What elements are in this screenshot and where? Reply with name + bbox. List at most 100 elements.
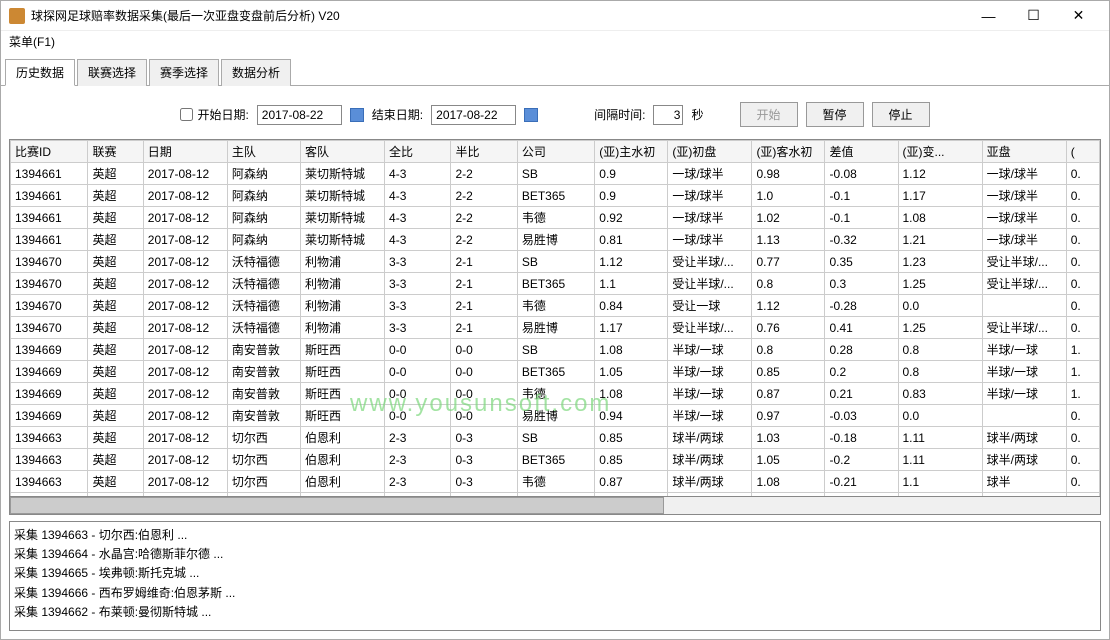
start-date-group: 开始日期: xyxy=(180,106,248,123)
tab-season[interactable]: 赛季选择 xyxy=(149,59,219,86)
table-cell: 1.21 xyxy=(752,493,825,498)
table-cell: 英超 xyxy=(88,405,143,427)
table-cell: 0.8 xyxy=(752,339,825,361)
close-button[interactable]: ✕ xyxy=(1056,2,1101,30)
calendar-icon[interactable] xyxy=(524,108,538,122)
table-row[interactable]: 1394670英超2017-08-12沃特福德利物浦3-32-1易胜博1.17受… xyxy=(11,317,1100,339)
table-cell: 莱切斯特城 xyxy=(300,207,384,229)
start-date-checkbox[interactable] xyxy=(180,108,193,121)
table-cell: 0.35 xyxy=(825,251,898,273)
table-cell: 2-2 xyxy=(451,229,517,251)
column-header[interactable]: 比赛ID xyxy=(11,141,88,163)
tab-league[interactable]: 联赛选择 xyxy=(77,59,147,86)
window-title: 球探网足球赔率数据采集(最后一次亚盘变盘前后分析) V20 xyxy=(31,7,966,24)
log-line: 采集 1394662 - 布莱顿:曼彻斯特城 ... xyxy=(14,603,1096,622)
column-header[interactable]: 亚盘 xyxy=(982,141,1066,163)
table-cell: 0.85 xyxy=(595,449,668,471)
end-date-input[interactable] xyxy=(431,105,516,125)
log-line: 采集 1394664 - 水晶宫:哈德斯菲尔德 ... xyxy=(14,545,1096,564)
table-cell: 0.98 xyxy=(752,163,825,185)
table-row[interactable]: 1394661英超2017-08-12阿森纳莱切斯特城4-32-2SB0.9一球… xyxy=(11,163,1100,185)
table-cell: 2-2 xyxy=(451,163,517,185)
column-header[interactable]: 公司 xyxy=(517,141,594,163)
stop-button[interactable]: 停止 xyxy=(872,102,930,127)
tab-analysis[interactable]: 数据分析 xyxy=(221,59,291,86)
table-cell: 一球/球半 xyxy=(668,207,752,229)
table-cell: 半球/一球 xyxy=(668,383,752,405)
column-header[interactable]: (亚)初盘 xyxy=(668,141,752,163)
interval-unit: 秒 xyxy=(691,106,703,123)
column-header[interactable]: ( xyxy=(1066,141,1099,163)
minimize-button[interactable]: — xyxy=(966,2,1011,30)
table-cell: 英超 xyxy=(88,449,143,471)
table-cell: 半球/一球 xyxy=(668,405,752,427)
table-cell: 1394663 xyxy=(11,493,88,498)
column-header[interactable]: 联赛 xyxy=(88,141,143,163)
table-cell: 0.87 xyxy=(752,383,825,405)
table-cell: 1394670 xyxy=(11,295,88,317)
table-row[interactable]: 1394669英超2017-08-12南安普敦斯旺西0-00-0BET3651.… xyxy=(11,361,1100,383)
column-header[interactable]: 主队 xyxy=(227,141,300,163)
table-row[interactable]: 1394669英超2017-08-12南安普敦斯旺西0-00-0韦德1.08半球… xyxy=(11,383,1100,405)
menubar[interactable]: 菜单(F1) xyxy=(1,31,1109,52)
table-row[interactable]: 1394663英超2017-08-12切尔西伯恩利2-30-3SB0.85球半/… xyxy=(11,427,1100,449)
table-cell: -0.1 xyxy=(825,207,898,229)
column-header[interactable]: 全比 xyxy=(385,141,451,163)
calendar-icon[interactable] xyxy=(350,108,364,122)
start-date-input[interactable] xyxy=(257,105,342,125)
table-row[interactable]: 1394663英超2017-08-12切尔西伯恩利2-30-3韦德0.87球半/… xyxy=(11,471,1100,493)
table-cell: 阿森纳 xyxy=(227,185,300,207)
table-cell: 0.0 xyxy=(898,405,982,427)
column-header[interactable]: 差值 xyxy=(825,141,898,163)
table-row[interactable]: 1394661英超2017-08-12阿森纳莱切斯特城4-32-2韦德0.92一… xyxy=(11,207,1100,229)
table-cell: 英超 xyxy=(88,339,143,361)
column-header[interactable]: (亚)客水初 xyxy=(752,141,825,163)
maximize-button[interactable]: ☐ xyxy=(1011,2,1056,30)
table-cell: BET365 xyxy=(517,361,594,383)
table-cell: 0.21 xyxy=(825,383,898,405)
data-table-container[interactable]: www.yousunsoft.com 比赛ID联赛日期主队客队全比半比公司(亚)… xyxy=(9,139,1101,497)
table-cell: 0.8 xyxy=(752,273,825,295)
table-cell: 南安普敦 xyxy=(227,361,300,383)
log-panel[interactable]: 采集 1394663 - 切尔西:伯恩利 ...采集 1394664 - 水晶宫… xyxy=(9,521,1101,631)
table-cell: 1394669 xyxy=(11,361,88,383)
table-cell: 沃特福德 xyxy=(227,251,300,273)
table-cell: 2017-08-12 xyxy=(143,317,227,339)
table-row[interactable]: 1394669英超2017-08-12南安普敦斯旺西0-00-0易胜博0.94半… xyxy=(11,405,1100,427)
table-cell: -0.47 xyxy=(825,493,898,498)
table-cell: 1.1 xyxy=(898,471,982,493)
table-cell: 0.0 xyxy=(898,295,982,317)
column-header[interactable]: 日期 xyxy=(143,141,227,163)
column-header[interactable]: 半比 xyxy=(451,141,517,163)
table-row[interactable]: 1394669英超2017-08-12南安普敦斯旺西0-00-0SB1.08半球… xyxy=(11,339,1100,361)
table-row[interactable]: 1394661英超2017-08-12阿森纳莱切斯特城4-32-2易胜博0.81… xyxy=(11,229,1100,251)
table-row[interactable]: 1394663英超2017-08-12切尔西伯恩利2-30-3BET3650.8… xyxy=(11,449,1100,471)
table-cell: 受让半球/... xyxy=(668,273,752,295)
table-cell: 受让半球/... xyxy=(982,317,1066,339)
table-cell: 利物浦 xyxy=(300,317,384,339)
pause-button[interactable]: 暂停 xyxy=(806,102,864,127)
table-cell: 1394669 xyxy=(11,339,88,361)
table-row[interactable]: 1394670英超2017-08-12沃特福德利物浦3-32-1韦德0.84受让… xyxy=(11,295,1100,317)
table-cell: 球半/两球 xyxy=(668,493,752,498)
start-button[interactable]: 开始 xyxy=(740,102,798,127)
column-header[interactable]: 客队 xyxy=(300,141,384,163)
table-row[interactable]: 1394661英超2017-08-12阿森纳莱切斯特城4-32-2BET3650… xyxy=(11,185,1100,207)
tab-history[interactable]: 历史数据 xyxy=(5,59,75,86)
scrollbar-thumb[interactable] xyxy=(10,497,664,514)
table-cell: 1394663 xyxy=(11,427,88,449)
table-cell: 1.08 xyxy=(898,207,982,229)
table-cell: 1.11 xyxy=(898,427,982,449)
table-cell: 利物浦 xyxy=(300,251,384,273)
table-row[interactable]: 1394670英超2017-08-12沃特福德利物浦3-32-1SB1.12受让… xyxy=(11,251,1100,273)
table-row[interactable]: 1394670英超2017-08-12沃特福德利物浦3-32-1BET3651.… xyxy=(11,273,1100,295)
table-cell: 英超 xyxy=(88,207,143,229)
horizontal-scrollbar[interactable] xyxy=(9,497,1101,515)
table-cell: 2-3 xyxy=(385,471,451,493)
column-header[interactable]: (亚)主水初 xyxy=(595,141,668,163)
interval-input[interactable] xyxy=(653,105,683,125)
table-cell: 2-1 xyxy=(451,317,517,339)
table-row[interactable]: 1394663英超2017-08-12切尔西伯恩利2-30-3易胜博0.74球半… xyxy=(11,493,1100,498)
table-cell: BET365 xyxy=(517,449,594,471)
column-header[interactable]: (亚)变... xyxy=(898,141,982,163)
